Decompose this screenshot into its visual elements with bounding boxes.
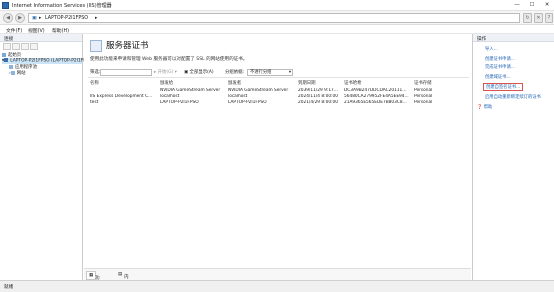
page-description: 使用此功能来申请和管理 Web 服务器可以对配置了 SSL 的网站使用的证书。 (90, 57, 248, 62)
menu-help[interactable]: 帮助(H) (52, 27, 69, 34)
breadcrumb-host[interactable]: LAPTOP-P2I1FPSO (45, 16, 88, 21)
column-header-issued-to[interactable]: 颁发给 (160, 80, 173, 86)
column-header-issued-by[interactable]: 颁发者 (228, 80, 241, 86)
action-create-domain-cert[interactable]: 创建域证书... (485, 74, 511, 80)
app-pool-icon (9, 64, 13, 69)
address-box[interactable]: ▣ ▸ LAPTOP-P2I1FPSO ▸ (28, 13, 520, 23)
menu-view[interactable]: 视图(V) (28, 27, 45, 34)
status-bar: 就绪 (0, 280, 554, 292)
action-create-self-signed-cert[interactable]: 创建自签名证书... (483, 83, 524, 91)
filter-toolbar: 筛选: ▸ 开始(G) ▾ ▣ 全部显示(A) 分组依据: 不进行分组 ▾ (88, 68, 469, 78)
page-title: 服务器证书 (106, 41, 149, 51)
view-tabs: ▦ 功能视图 ▤ 内容视图 (84, 268, 471, 292)
window-title: Internet Information Services (IIS)管理器 (12, 3, 112, 9)
status-text: 就绪 (4, 285, 14, 290)
column-header-name[interactable]: 名称 (90, 80, 99, 86)
close-button[interactable]: ✕ (540, 1, 554, 10)
actions-pane: 操作 导入... 创建证书申请... 完成证书申请... 创建域证书... 创建… (472, 34, 554, 280)
title-bar: Internet Information Services (IIS)管理器 —… (0, 0, 554, 11)
table-row[interactable]: test LAPTOP-P2I1FPSO LAPTOP-P2I1FPSO 202… (88, 100, 469, 106)
action-create-cert-request[interactable]: 创建证书申请... (485, 56, 515, 62)
help-icon[interactable]: ? (545, 13, 553, 23)
connections-header: 连接 (0, 34, 82, 42)
action-enable-auto-rebind[interactable]: 启用自动重新绑定续订的证书 (485, 94, 541, 100)
server-icon: ▣ (32, 15, 37, 21)
address-root-separator: ▸ (39, 15, 42, 21)
connect-server-icon[interactable] (21, 43, 29, 50)
minimize-button[interactable]: — (510, 1, 524, 10)
connect-icon[interactable] (3, 43, 11, 50)
filter-label: 筛选: (90, 70, 101, 75)
address-separator: ▸ (95, 15, 98, 21)
show-all-button[interactable]: ▣ 全部显示(A) (184, 69, 214, 76)
server-node-icon (4, 58, 9, 62)
disconnect-icon[interactable] (30, 43, 38, 50)
stop-icon[interactable]: ✕ (534, 13, 543, 23)
help-circle-icon: ❓ (477, 105, 483, 110)
iis-app-icon (2, 2, 9, 9)
tab-features-view[interactable]: ▦ 功能视图 (86, 271, 100, 292)
dropdown-arrow-icon: ▾ (288, 70, 291, 75)
actions-header: 操作 (473, 34, 554, 42)
tree-item-sites[interactable]: ›网站 (9, 70, 26, 76)
save-icon[interactable] (12, 43, 20, 50)
forward-icon[interactable]: ▶ (15, 13, 25, 23)
start-page-icon (2, 52, 6, 57)
refresh-icon[interactable]: ↻ (523, 13, 532, 23)
server-certificates-panel: 服务器证书 使用此功能来申请和管理 Web 服务器可以对配置了 SSL 的网站使… (84, 34, 471, 292)
group-by-select[interactable]: 不进行分组 ▾ (247, 69, 293, 76)
column-header-cert-store[interactable]: 证书存储 (414, 80, 432, 86)
menu-bar: 文件(F) 视图(V) 帮助(H) (0, 25, 554, 34)
sites-icon (10, 70, 15, 75)
action-import[interactable]: 导入... (485, 46, 498, 52)
action-complete-cert-request[interactable]: 完成证书申请... (485, 64, 515, 70)
action-help[interactable]: ❓ 帮助 (477, 104, 492, 110)
connections-pane: 连接 起始页 ▾ LAPTOP-P2I1FPSO (LAPTOP-P2I1FPSO… (0, 34, 100, 280)
filter-input[interactable] (100, 69, 152, 76)
maximize-button[interactable]: ☐ (525, 1, 539, 10)
group-by-label: 分组依据: (225, 70, 245, 75)
back-icon[interactable]: ◀ (3, 13, 13, 23)
menu-file[interactable]: 文件(F) (6, 27, 22, 34)
certificate-icon (90, 40, 102, 52)
go-button[interactable]: ▸ 开始(G) ▾ (154, 69, 177, 76)
column-header-cert-hash[interactable]: 证书哈希 (344, 80, 362, 86)
address-bar: ◀ ▶ ▣ ▸ LAPTOP-P2I1FPSO ▸ ↻ ✕ ? (0, 11, 554, 25)
tab-content-view[interactable]: ▤ 内容视图 (116, 271, 129, 292)
column-header-expiration[interactable]: 到期日期 (298, 80, 316, 86)
